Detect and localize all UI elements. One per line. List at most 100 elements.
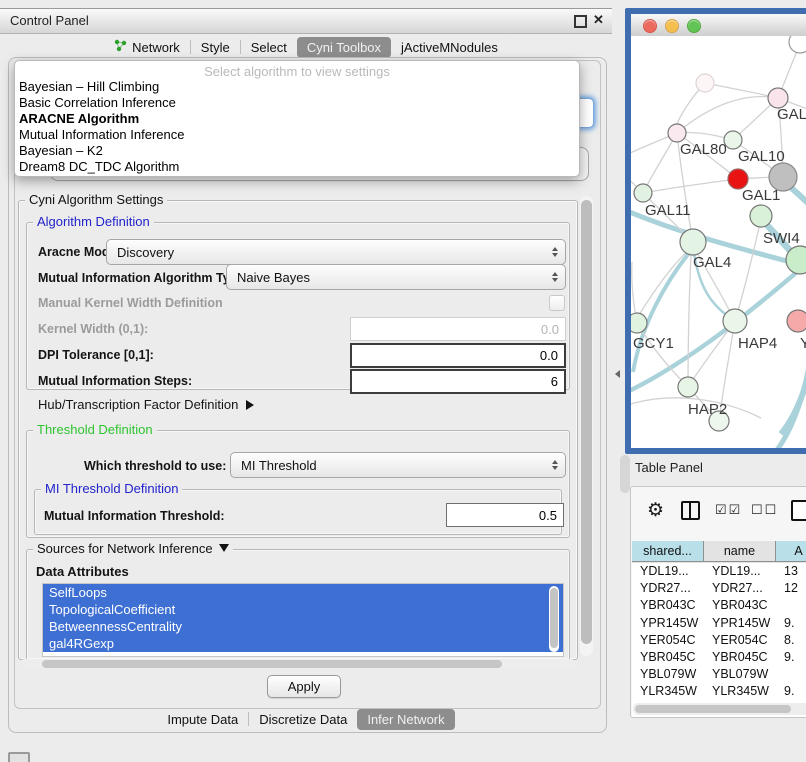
network-node[interactable] <box>768 88 788 108</box>
network-edge[interactable] <box>777 366 806 448</box>
table-row[interactable]: YDR27...YDR27...12 <box>632 580 806 597</box>
cyni-algorithm-settings-title: Cyni Algorithm Settings <box>25 192 167 207</box>
kernel-width-label: Kernel Width (0,1): <box>38 322 148 336</box>
settings-scrollbar-track[interactable] <box>580 196 593 656</box>
table-row[interactable]: YER054CYER054C8. <box>632 632 806 649</box>
apply-button[interactable]: Apply <box>267 675 341 698</box>
dropdown-item-bayesian-hill-climbing[interactable]: Bayesian – Hill Climbing <box>19 79 159 94</box>
algorithm-definition-title: Algorithm Definition <box>33 214 154 229</box>
table-hscrollbar-thumb[interactable] <box>635 705 791 713</box>
close-panel-icon[interactable]: ✕ <box>593 12 604 28</box>
tab-style[interactable]: Style <box>191 37 240 58</box>
network-node[interactable] <box>728 169 748 189</box>
select-all-checks-icon[interactable]: ☑☑ <box>715 502 742 518</box>
table-row[interactable]: YLR345WYLR345W9. <box>632 683 806 700</box>
settings-hscrollbar-track[interactable] <box>20 659 576 669</box>
dropdown-item-mutual-information[interactable]: Mutual Information Inference <box>19 127 184 142</box>
mi-threshold-field[interactable]: 0.5 <box>446 503 564 527</box>
network-node[interactable] <box>789 36 806 53</box>
column-header-name[interactable]: name <box>704 541 776 562</box>
table-hscrollbar-track[interactable] <box>633 703 806 715</box>
attribute-gal4rgexp[interactable]: gal4RGexp <box>43 635 563 652</box>
tab-jactivemnodules[interactable]: jActiveMNodules <box>391 37 508 58</box>
network-node[interactable] <box>696 74 714 92</box>
dropdown-item-bayesian-k2[interactable]: Bayesian – K2 <box>19 143 103 158</box>
stepper-icon <box>552 460 558 470</box>
control-panel-title: Control Panel <box>10 13 89 28</box>
columns-icon[interactable] <box>681 501 700 520</box>
network-window-titlebar[interactable] <box>631 14 806 37</box>
table-cell: YLR345W <box>640 684 697 698</box>
attribute-list-scrollbar-thumb[interactable] <box>550 588 558 648</box>
zoom-window-icon[interactable] <box>687 19 701 33</box>
table-row[interactable]: YBL079WYBL079W <box>632 666 806 683</box>
data-attributes-list[interactable]: SelfLoops TopologicalCoefficient Between… <box>42 583 564 657</box>
mi-steps-field[interactable]: 6 <box>350 369 566 394</box>
column-header-third[interactable]: A <box>776 541 806 562</box>
table-row[interactable]: YDL19...YDL19...13 <box>632 563 806 580</box>
dropdown-item-aracne[interactable]: ARACNE Algorithm <box>19 111 139 126</box>
network-view-window[interactable]: GALGAL80GAL10GAL1GAL11SWI4GAL4GCY1HAP4YH… <box>625 8 806 454</box>
network-node[interactable] <box>678 377 698 397</box>
table-cell: 9. <box>784 650 794 664</box>
settings-scrollbar-thumb[interactable] <box>581 200 592 644</box>
table-row[interactable]: YBR043CYBR043C <box>632 597 806 614</box>
tab-infer-network[interactable]: Infer Network <box>357 709 454 730</box>
bottom-tabbar: Impute Data Discretize Data Infer Networ… <box>0 708 612 730</box>
sources-title[interactable]: Sources for Network Inference <box>33 541 233 556</box>
network-node[interactable] <box>750 205 772 227</box>
close-window-icon[interactable] <box>643 19 657 33</box>
gear-icon[interactable]: ⚙ <box>647 499 664 522</box>
network-edge[interactable] <box>688 254 691 387</box>
splitpane-arrow-icon[interactable] <box>615 370 620 378</box>
network-node[interactable] <box>680 229 706 255</box>
network-node[interactable] <box>723 309 747 333</box>
settings-hscrollbar-thumb[interactable] <box>42 660 502 668</box>
tab-cyni-toolbox[interactable]: Cyni Toolbox <box>297 37 391 58</box>
stepper-icon <box>552 247 558 257</box>
minimize-window-icon[interactable] <box>665 19 679 33</box>
network-edge[interactable] <box>705 83 778 98</box>
attribute-selfloops[interactable]: SelfLoops <box>43 584 563 601</box>
deselect-all-checks-icon[interactable]: ☐☐ <box>751 502 778 518</box>
manual-kernel-width-label: Manual Kernel Width Definition <box>38 296 223 310</box>
attribute-list-scrollbar-track[interactable] <box>549 586 559 652</box>
dropdown-item-basic-correlation[interactable]: Basic Correlation Inference <box>19 95 176 110</box>
network-node-label: HAP4 <box>738 335 777 352</box>
minimized-panel-icon[interactable] <box>8 752 30 762</box>
tab-impute-data[interactable]: Impute Data <box>157 709 248 730</box>
network-node[interactable] <box>634 184 652 202</box>
dpi-tolerance-field[interactable]: 0.0 <box>350 343 566 368</box>
column-header-shared-name[interactable]: shared... <box>632 541 704 562</box>
network-edge[interactable] <box>643 133 677 193</box>
aracne-mode-combo[interactable]: Discovery <box>106 239 566 265</box>
tab-select[interactable]: Select <box>241 37 297 58</box>
network-node[interactable] <box>631 313 647 333</box>
which-threshold-combo[interactable]: MI Threshold <box>230 452 566 478</box>
kernel-width-field[interactable]: 0.0 <box>350 317 566 341</box>
tab-network[interactable]: Network <box>104 36 190 58</box>
float-panel-icon[interactable] <box>574 15 587 28</box>
attribute-betweennesscentrality[interactable]: BetweennessCentrality <box>43 618 563 635</box>
mi-algorithm-type-label: Mutual Information Algorithm Type: <box>38 271 248 285</box>
hub-tf-definition-toggle[interactable]: Hub/Transcription Factor Definition <box>38 397 254 412</box>
network-tab-icon <box>114 39 127 55</box>
collapsed-arrow-icon <box>246 400 254 410</box>
table-row[interactable]: YPR145WYPR145W9. <box>632 615 806 632</box>
network-node-label: GAL80 <box>680 141 727 158</box>
tab-discretize-data[interactable]: Discretize Data <box>249 709 357 730</box>
dropdown-item-dream8[interactable]: Dream8 DC_TDC Algorithm <box>19 159 179 174</box>
network-node[interactable] <box>787 310 806 332</box>
right-scrollbar-fragment[interactable] <box>620 455 630 493</box>
table-row[interactable]: YBR045CYBR045C9. <box>632 649 806 666</box>
attribute-topologicalcoefficient[interactable]: TopologicalCoefficient <box>43 601 563 618</box>
export-table-icon[interactable] <box>791 500 806 521</box>
network-edge[interactable] <box>643 179 738 193</box>
network-edge[interactable] <box>677 96 778 133</box>
mi-algorithm-type-combo[interactable]: Naive Bayes <box>226 264 566 290</box>
network-node[interactable] <box>668 124 686 142</box>
network-edge[interactable] <box>631 260 806 392</box>
manual-kernel-width-checkbox[interactable] <box>549 295 565 311</box>
network-canvas[interactable]: GALGAL80GAL10GAL1GAL11SWI4GAL4GCY1HAP4YH… <box>631 36 806 448</box>
table-cell: YER054C <box>640 633 696 647</box>
